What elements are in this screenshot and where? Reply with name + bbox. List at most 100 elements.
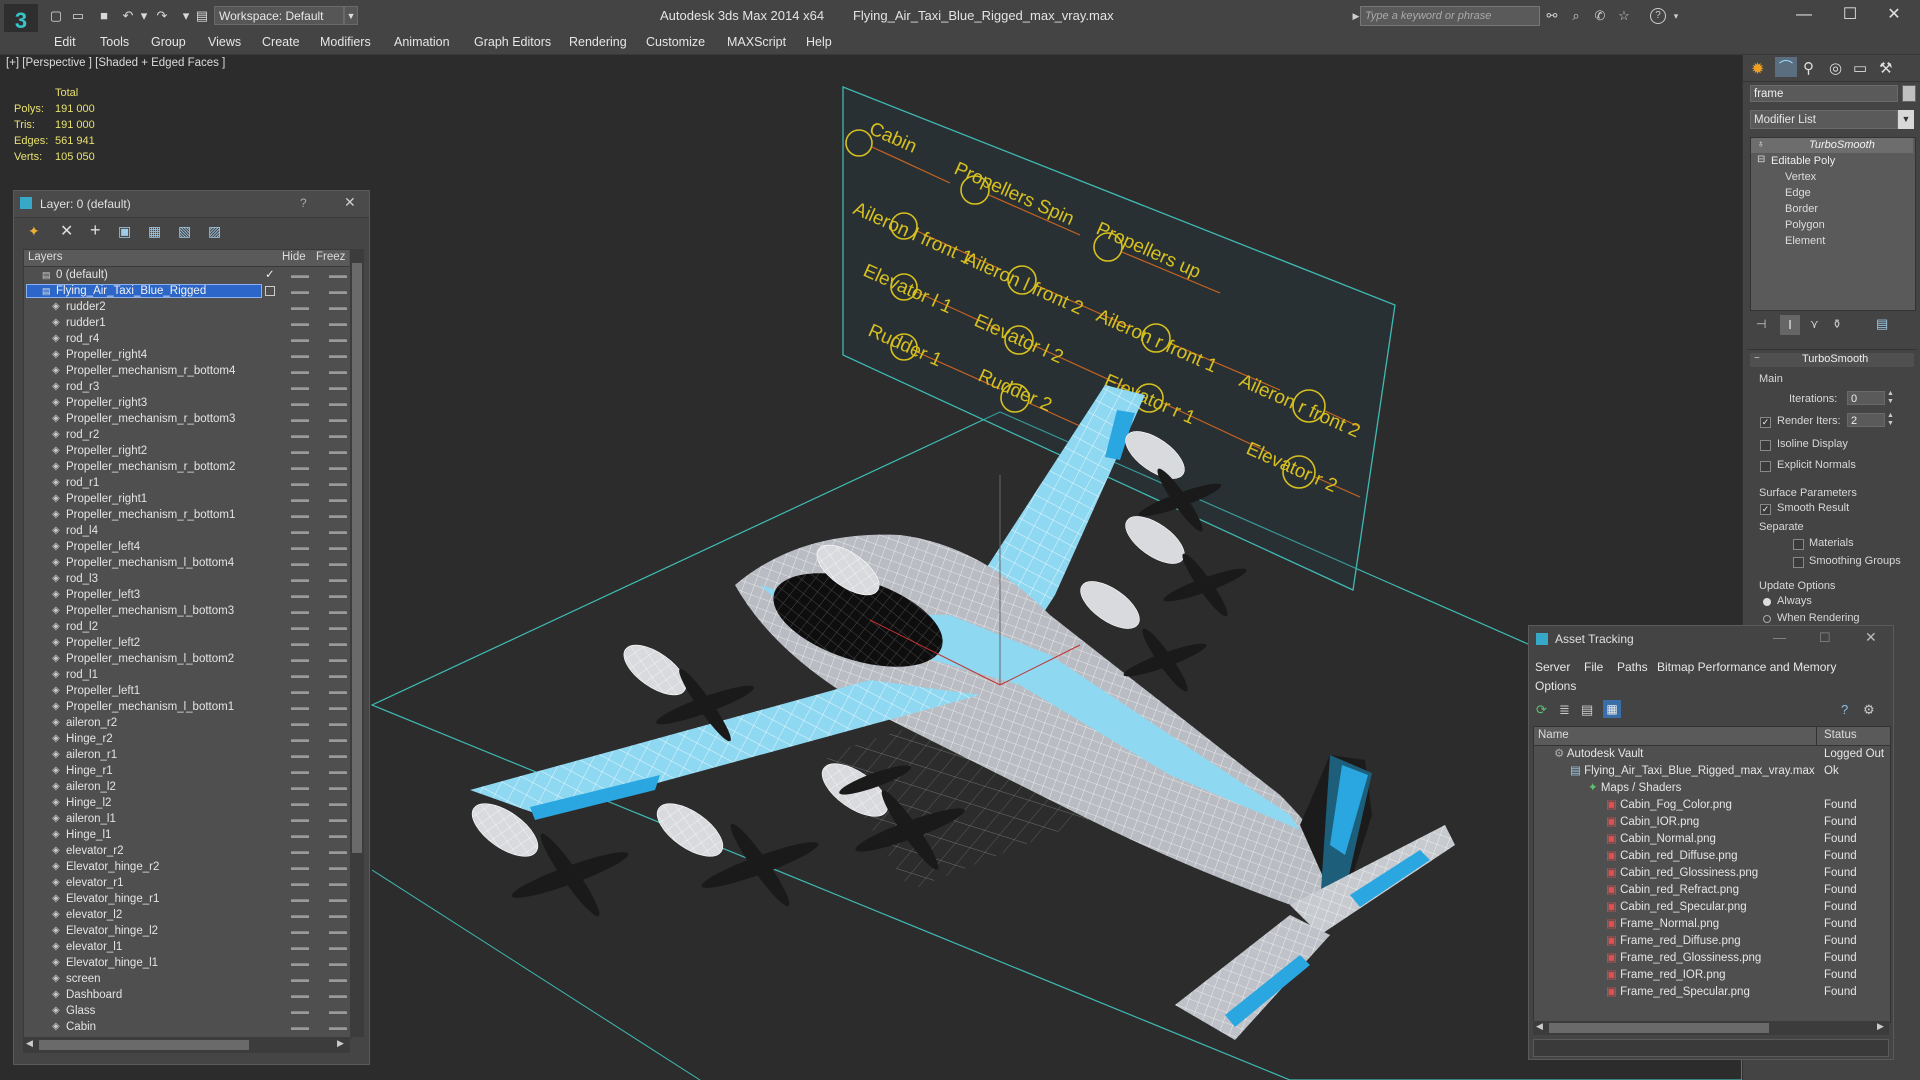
freeze-all-icon[interactable]: ▨ [208,223,221,240]
hide-all-icon[interactable]: ▧ [178,223,191,240]
freeze-toggle[interactable]: ▬▬ [329,731,347,747]
asset-row[interactable]: ▣ Cabin_red_Specular.png [1606,899,1747,916]
highlight-layer-icon[interactable]: ▦ [148,223,161,240]
viewport-label[interactable]: [+] [Perspective ] [Shaded + Edged Faces… [6,57,225,69]
freeze-toggle[interactable]: ▬▬ [329,571,347,587]
hide-toggle[interactable]: ▬▬ [291,427,309,443]
modifier-stack[interactable]: ♁ TurboSmooth ⊟ Editable Poly Vertex Edg… [1750,137,1916,311]
layer-object-row[interactable]: ◈ aileron_r2 ▬▬ ▬▬ [24,715,349,731]
asset-path-field[interactable] [1533,1039,1889,1057]
hide-toggle[interactable]: ▬▬ [291,939,309,955]
help-icon[interactable]: ? [300,196,307,210]
hide-toggle[interactable]: ▬▬ [291,475,309,491]
hide-toggle[interactable]: ▬▬ [291,715,309,731]
asset-row[interactable]: ▣ Frame_red_Diffuse.png [1606,933,1741,950]
hide-toggle[interactable]: ▬▬ [291,1019,309,1035]
favorites-star-icon[interactable]: ☆ [1616,8,1632,24]
chevron-down-icon[interactable]: ▼ [344,6,358,25]
hide-toggle[interactable]: ▬▬ [291,571,309,587]
stack-item-edge[interactable]: Edge [1785,187,1811,199]
asset-menu-paths[interactable]: Paths [1617,660,1648,674]
freeze-toggle[interactable]: ▬▬ [329,683,347,699]
hide-toggle[interactable]: ▬▬ [291,763,309,779]
layer-object-row[interactable]: ◈ aileron_r1 ▬▬ ▬▬ [24,747,349,763]
freeze-toggle[interactable]: ▬▬ [329,443,347,459]
hide-toggle[interactable]: ▬▬ [291,299,309,315]
freeze-toggle[interactable]: ▬▬ [329,907,347,923]
create-layer-icon[interactable]: ✦ [28,223,40,240]
freeze-toggle[interactable]: ▬▬ [329,651,347,667]
scroll-right-icon[interactable]: ▶ [1877,1021,1884,1032]
asset-menu-file[interactable]: File [1584,660,1603,674]
layer-object-row[interactable]: ◈ Glass ▬▬ ▬▬ [24,1003,349,1019]
control-board[interactable] [842,86,1396,591]
hide-toggle[interactable]: ▬▬ [291,459,309,475]
stack-item-polygon[interactable]: Polygon [1785,219,1825,231]
asset-menu-options[interactable]: Options [1535,679,1576,693]
hide-toggle[interactable]: ▬▬ [291,747,309,763]
layer-object-row[interactable]: ◈ rod_l3 ▬▬ ▬▬ [24,571,349,587]
hide-toggle[interactable]: ▬▬ [291,859,309,875]
column-header-layers[interactable]: Layers [28,251,63,263]
freeze-toggle[interactable]: ▬▬ [329,1019,347,1035]
hide-toggle[interactable]: ▬▬ [291,907,309,923]
freeze-toggle[interactable]: ▬▬ [329,555,347,571]
layer-object-row[interactable]: ◈ Propeller_mechanism_r_bottom4 ▬▬ ▬▬ [24,363,349,379]
select-objects-icon[interactable]: ▣ [118,223,131,240]
freeze-toggle[interactable]: ▬▬ [329,827,347,843]
layer-object-row[interactable]: ◈ rod_r1 ▬▬ ▬▬ [24,475,349,491]
layer-object-row[interactable]: ◈ rod_l2 ▬▬ ▬▬ [24,619,349,635]
hide-toggle[interactable]: ▬▬ [291,347,309,363]
layer-object-row[interactable]: ◈ Propeller_mechanism_l_bottom3 ▬▬ ▬▬ [24,603,349,619]
when-rendering-radio[interactable] [1763,615,1771,623]
hide-toggle[interactable]: ▬▬ [291,827,309,843]
layer-object-row[interactable]: ◈ Propeller_mechanism_l_bottom4 ▬▬ ▬▬ [24,555,349,571]
modifier-list-dropdown[interactable]: Modifier List [1750,110,1898,129]
asset-row[interactable]: ▣ Frame_red_IOR.png [1606,967,1726,984]
menu-modifiers[interactable]: Modifiers [320,35,371,49]
chevron-down-icon[interactable]: ▼ [1898,110,1914,129]
freeze-toggle[interactable]: ▬▬ [329,587,347,603]
help-icon[interactable]: ? [1650,8,1666,24]
menu-tools[interactable]: Tools [100,35,129,49]
communication-center-icon[interactable]: ✆ [1592,8,1608,24]
hide-toggle[interactable]: ▬▬ [291,379,309,395]
freeze-toggle[interactable]: ▬▬ [329,379,347,395]
freeze-toggle[interactable]: ▬▬ [329,347,347,363]
layer-object-row[interactable]: ◈ elevator_r1 ▬▬ ▬▬ [24,875,349,891]
iterations-spinner-arrows[interactable]: ▲ ▼ [1887,390,1894,406]
hide-toggle[interactable]: ▬▬ [291,683,309,699]
scroll-left-icon[interactable]: ◀ [26,1038,33,1049]
layer-object-row[interactable]: ◈ Propeller_left2 ▬▬ ▬▬ [24,635,349,651]
scrollbar-thumb[interactable] [352,263,362,853]
layer-object-row[interactable]: ◈ Propeller_right1 ▬▬ ▬▬ [24,491,349,507]
freeze-toggle[interactable]: ▬▬ [329,1003,347,1019]
minimize-icon[interactable]: — [1782,4,1826,26]
pin-stack-icon[interactable]: ⊣ [1756,317,1766,331]
hide-toggle[interactable]: ▬▬ [291,699,309,715]
asset-menu-bitmap-performance[interactable]: Bitmap Performance and Memory [1657,660,1836,674]
freeze-toggle[interactable]: ▬▬ [329,699,347,715]
menu-views[interactable]: Views [208,35,241,49]
menu-edit[interactable]: Edit [54,35,76,49]
layer-object-row[interactable]: ◈ rudder1 ▬▬ ▬▬ [24,315,349,331]
hide-toggle[interactable]: ▬▬ [291,779,309,795]
layer-horizontal-scrollbar[interactable]: ◀ ▶ [23,1037,350,1053]
freeze-toggle[interactable]: ▬▬ [329,331,347,347]
close-icon[interactable]: ✕ [1865,629,1877,646]
hide-toggle[interactable]: ▬▬ [291,843,309,859]
freeze-toggle[interactable]: ▬▬ [329,747,347,763]
redo-icon[interactable]: ↷ [154,8,170,24]
object-name-input[interactable]: frame [1750,85,1898,102]
hide-toggle[interactable]: ▬▬ [291,603,309,619]
asset-row-maps-shaders[interactable]: ✦ Maps / Shaders [1588,780,1681,797]
materials-checkbox[interactable] [1793,539,1804,550]
hide-toggle[interactable]: ▬▬ [291,411,309,427]
layer-object-row[interactable]: ◈ elevator_l1 ▬▬ ▬▬ [24,939,349,955]
layer-row-selected[interactable]: ▤ Flying_Air_Taxi_Blue_Rigged ▬▬ ▬▬ [24,283,349,299]
menu-group[interactable]: Group [151,35,186,49]
menu-rendering[interactable]: Rendering [569,35,627,49]
hide-toggle[interactable]: ▬▬ [291,587,309,603]
hide-toggle[interactable]: ▬▬ [291,315,309,331]
hide-toggle[interactable]: ▬▬ [291,955,309,971]
